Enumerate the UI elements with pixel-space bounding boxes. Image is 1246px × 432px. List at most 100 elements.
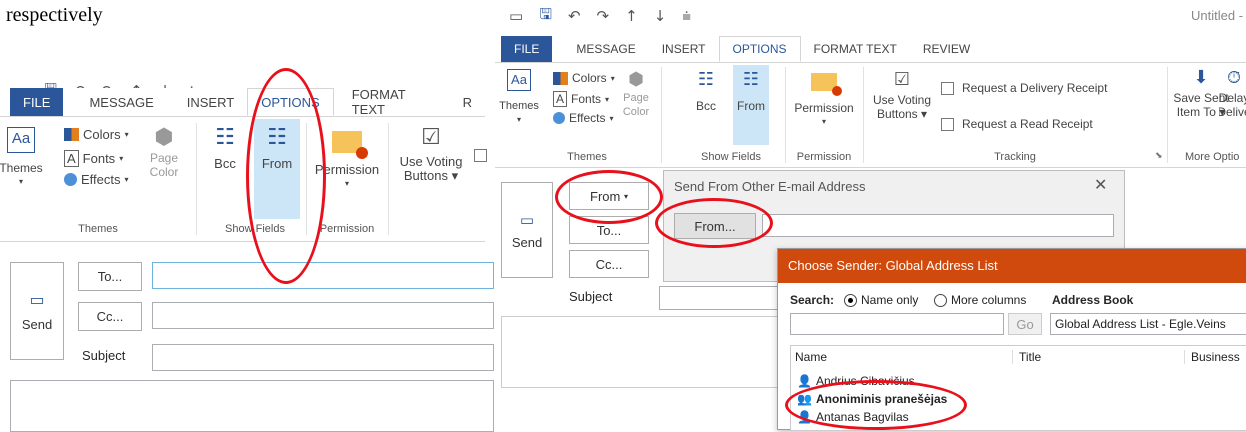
to-button[interactable]: To...: [569, 216, 649, 244]
ribbon-tabs: FILE MESSAGE INSERT OPTIONS FORMAT TEXT …: [501, 36, 984, 62]
redo-icon[interactable]: ↷: [597, 7, 610, 25]
from-address-field[interactable]: [762, 214, 1114, 237]
tab-insert[interactable]: INSERT: [649, 36, 719, 62]
ribbon: Aa Themes ▾ Colors ▾ A Fonts ▾ Effects ▾ ⬢ …: [0, 116, 487, 242]
cc-field[interactable]: [152, 302, 494, 329]
to-button[interactable]: To...: [78, 262, 142, 291]
permission-button[interactable]: Permission ▾: [312, 131, 382, 191]
show-fields-group-label: Show Fields: [225, 223, 285, 235]
send-from-dialog-title: Send From Other E-mail Address: [674, 179, 866, 194]
subject-label: Subject: [82, 348, 126, 363]
delivery-receipt-checkbox[interactable]: [474, 149, 487, 162]
list-item[interactable]: 👥 Anoniminis pranešėjas: [797, 392, 947, 406]
tab-file[interactable]: FILE: [501, 36, 553, 62]
fonts-button[interactable]: A Fonts ▾: [64, 150, 123, 167]
from-ribbon-button[interactable]: ☷ From: [254, 119, 300, 219]
address-book-label: Address Book: [1052, 293, 1134, 307]
voting-icon: ☑: [421, 125, 441, 150]
quick-access-toolbar: ▭ 🖫 ↶ ↷ ↑ ↓ ⩧: [509, 5, 691, 27]
bcc-button[interactable]: ☷ Bcc: [691, 71, 721, 114]
colors-icon: [553, 71, 568, 85]
list-item[interactable]: 👤 Antanas Bagvilas: [797, 410, 909, 424]
themes-button[interactable]: Aa Themes ▾: [0, 127, 43, 189]
column-name[interactable]: Name: [791, 350, 1013, 364]
close-icon[interactable]: ✕: [1094, 175, 1107, 194]
cc-button[interactable]: Cc...: [569, 250, 649, 278]
bcc-button[interactable]: ☷ Bcc: [208, 125, 242, 171]
tab-file[interactable]: FILE: [10, 88, 64, 116]
permission-group-label: Permission: [796, 151, 852, 163]
ribbon: Aa Themes ▾ Colors ▾ A Fonts ▾ Effects ▾ ⬢ …: [495, 62, 1246, 168]
chevron-down-icon: ▾: [623, 191, 628, 201]
chevron-down-icon: ▾: [18, 177, 23, 186]
use-voting-button[interactable]: ☑ Use Voting Buttons ▾: [396, 125, 466, 183]
message-body[interactable]: [10, 380, 494, 432]
from-button[interactable]: From ▾: [569, 182, 649, 210]
subject-field[interactable]: [659, 286, 781, 310]
themes-button[interactable]: Aa Themes ▾: [499, 69, 539, 127]
checkbox-icon: [941, 117, 954, 131]
permission-group-label: Permission: [319, 223, 375, 235]
send-button[interactable]: ▭ Send: [501, 182, 553, 278]
address-book-select[interactable]: Global Address List - Egle.Veins: [1050, 313, 1246, 335]
radio-icon: [934, 293, 947, 307]
tab-review[interactable]: R: [450, 88, 485, 116]
voting-icon: ☑: [893, 69, 911, 90]
from-ribbon-button[interactable]: ☷ From: [733, 65, 769, 145]
message-body[interactable]: [501, 316, 781, 388]
save-icon[interactable]: 🖫: [539, 4, 552, 29]
send-icon: ▭: [519, 210, 535, 229]
radio-name-only[interactable]: Name only: [844, 293, 918, 307]
dialog-launcher-icon[interactable]: ⬊: [1155, 151, 1163, 161]
send-button[interactable]: ▭ Send: [10, 262, 64, 360]
tab-message[interactable]: MESSAGE: [63, 88, 166, 116]
ribbon-tabs: FILE MESSAGE INSERT OPTIONS FORMAT TEXT …: [10, 87, 485, 117]
envelope-icon: [332, 131, 368, 159]
colors-button[interactable]: Colors ▾: [64, 127, 129, 142]
page-color-button[interactable]: ⬢ Page Color: [146, 127, 182, 180]
list-item[interactable]: 👤 Andrius Cibavičius: [797, 374, 915, 388]
customize-icon[interactable]: ⩧: [682, 7, 691, 25]
use-voting-button[interactable]: ☑ Use Voting Buttons ▾: [869, 69, 935, 122]
radio-more-columns[interactable]: More columns: [934, 293, 1026, 307]
undo-icon[interactable]: ↶: [568, 7, 581, 25]
delay-delivery-button[interactable]: ⏱ Delay Delive: [1219, 71, 1246, 119]
draft-icon[interactable]: ▭: [509, 7, 523, 25]
tab-format-text[interactable]: FORMAT TEXT: [334, 87, 450, 117]
tab-options[interactable]: OPTIONS: [718, 36, 801, 62]
effects-icon: [553, 112, 565, 124]
subject-field[interactable]: [152, 344, 494, 371]
fonts-button[interactable]: A Fonts ▾: [553, 91, 609, 107]
from-icon: ☷: [742, 69, 760, 90]
cc-button[interactable]: Cc...: [78, 302, 142, 331]
gal-search-input[interactable]: [790, 313, 1004, 335]
from-dialog-button[interactable]: From...: [674, 213, 756, 239]
more-options-group-label: More Optio: [1185, 151, 1240, 163]
to-field[interactable]: [152, 262, 494, 289]
fonts-icon: A: [64, 150, 79, 167]
colors-button[interactable]: Colors ▾: [553, 71, 615, 85]
tab-insert[interactable]: INSERT: [167, 88, 247, 116]
tab-message[interactable]: MESSAGE: [552, 36, 648, 62]
tracking-group-label: Tracking: [994, 151, 1036, 163]
tab-options[interactable]: OPTIONS: [247, 88, 334, 116]
up-arrow-icon[interactable]: ↑: [625, 7, 638, 25]
column-title[interactable]: Title: [1015, 350, 1185, 364]
read-receipt-checkbox[interactable]: Request a Read Receipt: [941, 117, 1093, 131]
go-button[interactable]: Go: [1008, 313, 1042, 335]
page-color-button[interactable]: ⬢ Page Color: [619, 71, 653, 119]
tab-review[interactable]: REVIEW: [910, 36, 983, 62]
column-business[interactable]: Business: [1187, 350, 1246, 364]
effects-button[interactable]: Effects ▾: [64, 172, 129, 187]
themes-group-label: Themes: [567, 151, 607, 163]
choose-sender-title: Choose Sender: Global Address List: [778, 249, 1246, 283]
caption-text: respectively: [6, 4, 103, 26]
down-arrow-icon[interactable]: ↓: [654, 7, 667, 25]
bcc-icon: ☷: [215, 125, 235, 150]
permission-button[interactable]: Permission ▾: [791, 73, 857, 129]
tab-format-text[interactable]: FORMAT TEXT: [801, 36, 910, 62]
group-icon: 👥: [797, 392, 812, 406]
effects-button[interactable]: Effects ▾: [553, 111, 613, 125]
themes-group-label: Themes: [78, 223, 118, 235]
delivery-receipt-checkbox[interactable]: Request a Delivery Receipt: [941, 81, 1107, 95]
